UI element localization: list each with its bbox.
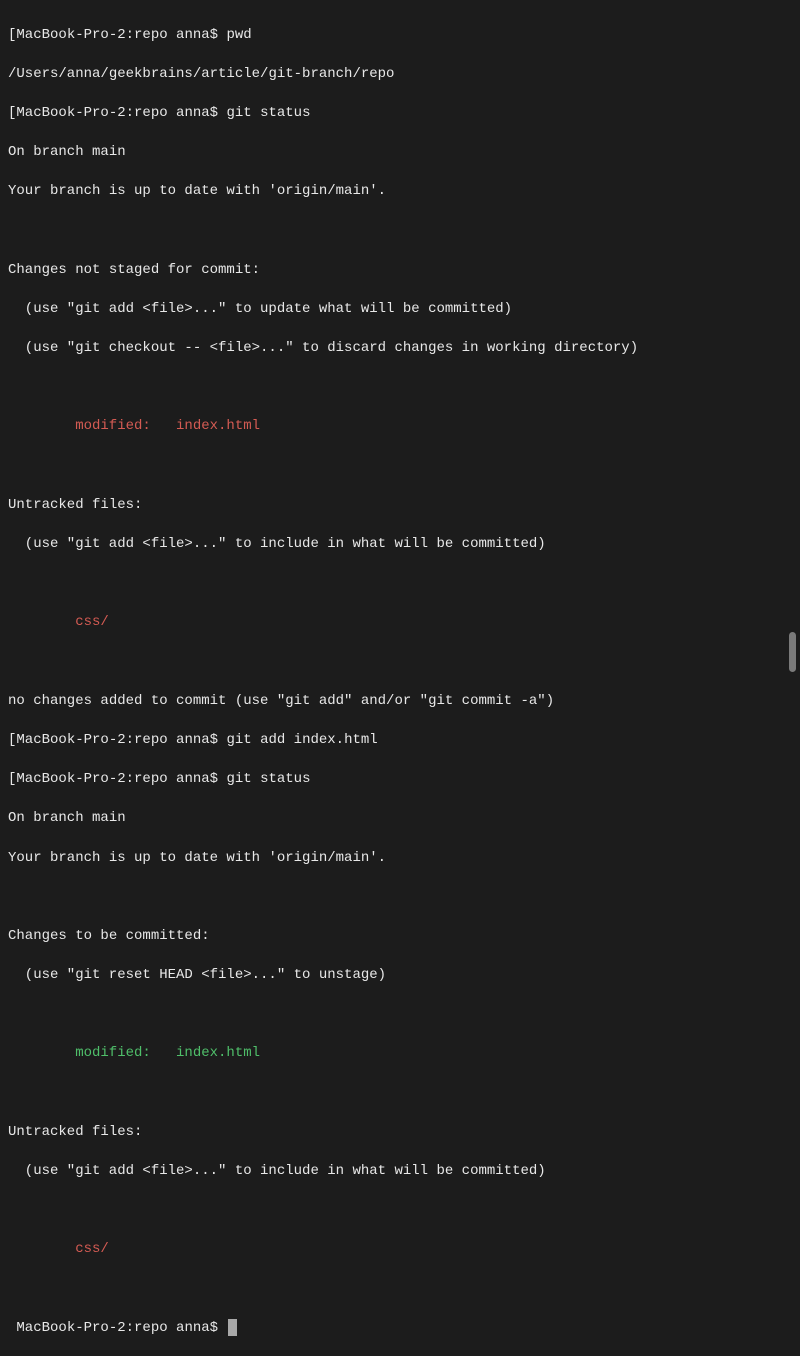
branch-line2: On branch main [8, 809, 792, 829]
pwd-output: /Users/anna/geekbrains/article/git-branc… [8, 65, 792, 85]
scrollbar-thumb[interactable] [789, 632, 796, 672]
prompt-line-pwd: [MacBook-Pro-2:repo anna$ pwd [8, 26, 792, 46]
hint-reset: (use "git reset HEAD <file>..." to unsta… [8, 966, 792, 986]
prompt-line-status1: [MacBook-Pro-2:repo anna$ git status [8, 104, 792, 124]
modified-staged: modified: index.html [8, 1044, 792, 1064]
modified-unstaged: modified: index.html [8, 417, 792, 437]
no-changes-line: no changes added to commit (use "git add… [8, 692, 792, 712]
branch-line: On branch main [8, 143, 792, 163]
untracked-header2: Untracked files: [8, 1123, 792, 1143]
terminal-output[interactable]: [MacBook-Pro-2:repo anna$ pwd /Users/ann… [8, 6, 792, 1356]
hint-add-update: (use "git add <file>..." to update what … [8, 300, 792, 320]
hint-add-include2: (use "git add <file>..." to include in w… [8, 1162, 792, 1182]
untracked-file: css/ [8, 613, 792, 633]
untracked-header: Untracked files: [8, 496, 792, 516]
hint-checkout: (use "git checkout -- <file>..." to disc… [8, 339, 792, 359]
uptodate-line: Your branch is up to date with 'origin/m… [8, 182, 792, 202]
scrollbar[interactable] [789, 0, 796, 678]
uptodate-line2: Your branch is up to date with 'origin/m… [8, 849, 792, 869]
not-staged-header: Changes not staged for commit: [8, 261, 792, 281]
command-pwd: pwd [226, 27, 251, 43]
command-git-status: git status [226, 105, 310, 121]
untracked-file2: css/ [8, 1240, 792, 1260]
to-be-committed-header: Changes to be committed: [8, 927, 792, 947]
prompt-line-current[interactable]: MacBook-Pro-2:repo anna$ [8, 1319, 792, 1339]
command-git-add: git add index.html [226, 732, 377, 748]
prompt-line-add: [MacBook-Pro-2:repo anna$ git add index.… [8, 731, 792, 751]
command-git-status2: git status [226, 771, 310, 787]
cursor [228, 1319, 237, 1336]
hint-add-include: (use "git add <file>..." to include in w… [8, 535, 792, 555]
prompt-line-status2: [MacBook-Pro-2:repo anna$ git status [8, 770, 792, 790]
